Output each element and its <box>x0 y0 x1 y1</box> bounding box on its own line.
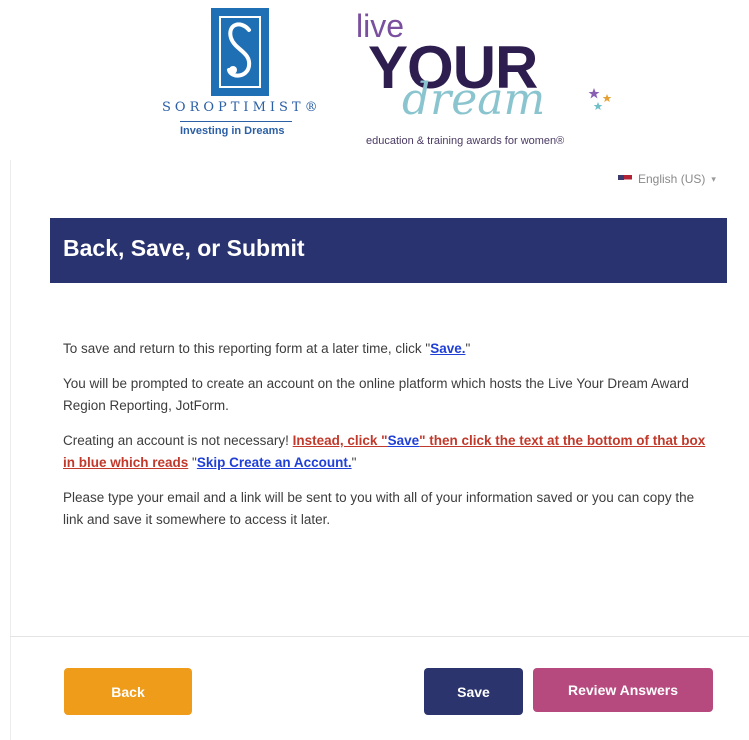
instruction-paragraph-2: You will be prompted to create an accoun… <box>63 376 689 413</box>
instruction-paragraph-4: Please type your email and a link will b… <box>63 490 695 527</box>
skip-create-account-link[interactable]: Skip Create an Account. <box>197 455 352 470</box>
language-label: English (US) <box>638 172 706 186</box>
emphasis-text: Instead, click " <box>292 433 388 448</box>
save-link-inline[interactable]: Save <box>388 433 420 448</box>
soroptimist-tagline: Investing in Dreams <box>180 125 285 137</box>
save-link[interactable]: Save. <box>430 341 465 356</box>
soroptimist-emblem <box>211 8 269 96</box>
chevron-down-icon: ▾ <box>711 173 716 184</box>
review-answers-button[interactable]: Review Answers <box>533 668 713 712</box>
instructions-text: To save and return to this reporting for… <box>63 338 713 544</box>
stars-icon <box>588 88 612 110</box>
logo-subtitle: education & training awards for women® <box>366 135 565 147</box>
logo-dream-text: dream <box>402 74 546 125</box>
soroptimist-name: SOROPTIMIST® <box>162 100 322 115</box>
divider <box>10 636 749 637</box>
section-banner: Back, Save, or Submit <box>50 218 727 283</box>
header: SOROPTIMIST® Investing in Dreams live YO… <box>0 0 749 158</box>
language-selector[interactable]: English (US) ▾ <box>618 172 716 186</box>
us-flag-icon <box>618 174 632 184</box>
instruction-paragraph-3: Creating an account is not necessary! In… <box>63 433 706 470</box>
save-button[interactable]: Save <box>424 668 523 715</box>
section-title: Back, Save, or Submit <box>63 235 305 261</box>
back-button[interactable]: Back <box>64 668 192 715</box>
live-your-dream-logo: live YOUR dream education & training awa… <box>352 8 622 153</box>
soroptimist-logo: SOROPTIMIST® Investing in Dreams <box>160 8 340 148</box>
instruction-paragraph-1: To save and return to this reporting for… <box>63 341 471 356</box>
